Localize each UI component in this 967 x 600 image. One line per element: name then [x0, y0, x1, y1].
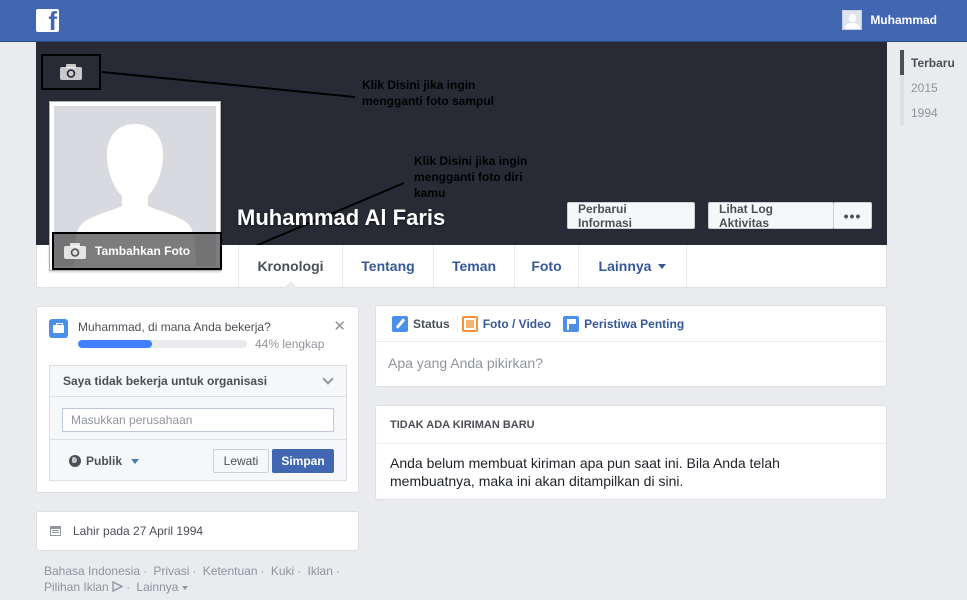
no-organization-label: Saya tidak bekerja untuk organisasi: [63, 374, 268, 388]
calendar-icon: [50, 526, 61, 536]
pencil-icon: [392, 315, 408, 332]
update-info-button[interactable]: Perbarui Informasi: [567, 202, 695, 230]
top-bar: f Muhammad: [0, 0, 967, 42]
work-form: Saya tidak bekerja untuk organisasi Publ…: [49, 365, 347, 481]
activity-log-button[interactable]: Lihat Log Aktivitas: [708, 202, 834, 230]
skip-button[interactable]: Lewati: [213, 449, 269, 473]
camera-icon: [64, 243, 86, 259]
change-cover-button[interactable]: [41, 54, 101, 90]
ad-choices-icon: [112, 580, 124, 593]
top-user-link[interactable]: Muhammad: [842, 10, 937, 30]
footer-link-more[interactable]: Lainnya: [136, 580, 178, 594]
facebook-logo-icon[interactable]: f: [36, 9, 59, 32]
chevron-down-icon: [322, 373, 334, 385]
footer-link-cookies[interactable]: Kuki: [271, 564, 294, 578]
composer-tab-photo-video[interactable]: Foto / Video: [461, 315, 552, 332]
tab-kronologi[interactable]: Kronologi: [238, 245, 342, 288]
avatar-icon: [842, 10, 863, 30]
tab-lainnya[interactable]: Lainnya: [578, 245, 687, 287]
composer-tab-life-event[interactable]: Peristiwa Penting: [563, 315, 685, 332]
composer-tab-status-label: Status: [413, 316, 450, 331]
save-button[interactable]: Simpan: [272, 449, 334, 473]
progress-text: 44% lengkap: [255, 337, 325, 351]
post-composer: Status Foto / Video Peristiwa Penting Ap…: [375, 305, 887, 387]
camera-icon: [60, 64, 82, 80]
profile-progress-bar: [78, 340, 247, 348]
caret-down-icon: [131, 458, 140, 464]
privacy-selector[interactable]: Publik: [69, 454, 140, 468]
progress-fill: [78, 340, 153, 348]
year-2015[interactable]: 2015: [900, 75, 955, 100]
privacy-label: Publik: [86, 454, 123, 468]
logo-glyph: f: [48, 9, 57, 32]
year-terbaru[interactable]: Terbaru: [900, 50, 955, 75]
timeline-years: Terbaru 2015 1994: [900, 50, 955, 125]
work-question: Muhammad, di mana Anda bekerja?: [78, 320, 271, 334]
no-posts-card: TIDAK ADA KIRIMAN BARU Anda belum membua…: [375, 405, 887, 500]
footer-links: Bahasa Indonesia · Privasi · Ketentuan · Ku…: [44, 564, 340, 594]
flag-icon: [563, 315, 580, 332]
tab-teman[interactable]: Teman: [433, 245, 514, 287]
composer-tabs: Status Foto / Video Peristiwa Penting: [376, 306, 886, 342]
work-prompt-card: Muhammad, di mana Anda bekerja? ✕ 44% le…: [36, 306, 359, 493]
footer-link-privacy[interactable]: Privasi: [153, 564, 189, 578]
composer-input[interactable]: Apa yang Anda pikirkan?: [376, 342, 886, 384]
close-icon[interactable]: ✕: [333, 317, 346, 335]
tab-lainnya-label: Lainnya: [598, 258, 652, 274]
composer-tab-event-label: Peristiwa Penting: [584, 316, 685, 331]
annotation-profile-pic: Klik Disini jika ingin mengganti foto di…: [414, 154, 528, 200]
work-form-footer: Publik Lewati Simpan: [50, 439, 346, 481]
composer-tab-status[interactable]: Status: [392, 315, 450, 332]
tab-tentang[interactable]: Tentang: [342, 245, 433, 287]
footer-link-ad-choices[interactable]: Pilihan Iklan: [44, 580, 109, 594]
footer-link-ads[interactable]: Iklan: [308, 564, 333, 578]
more-options-button[interactable]: •••: [833, 202, 872, 229]
briefcase-icon: [49, 319, 68, 338]
top-user-name: Muhammad: [870, 13, 937, 27]
profile-name[interactable]: Muhammad Al Faris: [237, 205, 445, 231]
footer-link-language[interactable]: Bahasa Indonesia: [44, 564, 140, 578]
globe-icon: [69, 455, 81, 467]
no-organization-toggle[interactable]: Saya tidak bekerja untuk organisasi: [50, 366, 346, 397]
birthday-text: Lahir pada 27 April 1994: [73, 524, 204, 538]
no-posts-header: TIDAK ADA KIRIMAN BARU: [376, 406, 886, 444]
add-photo-label: Tambahkan Foto: [95, 244, 191, 258]
year-1994[interactable]: 1994: [900, 100, 955, 125]
caret-down-icon: [181, 585, 188, 590]
caret-down-icon: [658, 263, 667, 269]
composer-tab-photo-label: Foto / Video: [482, 316, 552, 331]
no-posts-body: Anda belum membuat kiriman apa pun saat …: [390, 455, 780, 489]
annotation-cover: Klik Disini jika ingin mengganti foto sa…: [362, 78, 494, 108]
photo-icon: [461, 315, 478, 332]
footer-link-terms[interactable]: Ketentuan: [203, 564, 258, 578]
birthday-card: Lahir pada 27 April 1994: [36, 511, 359, 551]
tab-foto[interactable]: Foto: [514, 245, 578, 287]
add-profile-photo-button[interactable]: Tambahkan Foto: [52, 232, 222, 270]
company-input[interactable]: [62, 408, 334, 432]
